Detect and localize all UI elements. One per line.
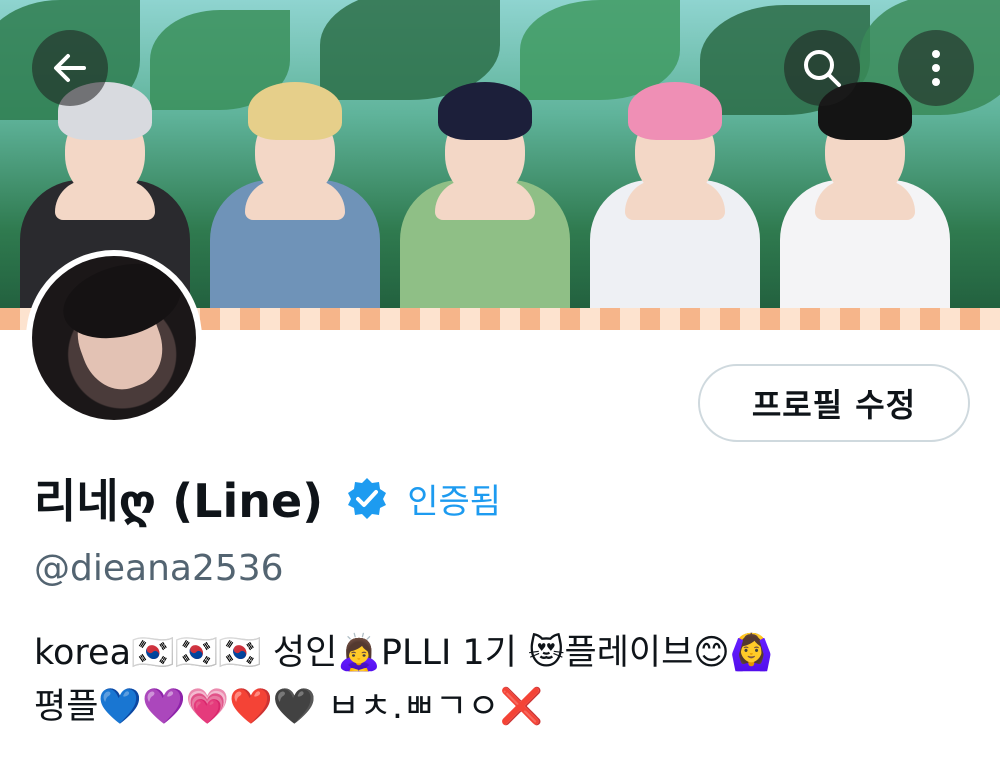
- character-2: [210, 80, 380, 330]
- arrow-left-icon: [54, 54, 86, 82]
- more-button[interactable]: [898, 30, 974, 106]
- display-name: 리네ღ (Line): [34, 474, 324, 528]
- character-4: [590, 80, 760, 330]
- verified-label[interactable]: 인증됨: [407, 474, 501, 523]
- more-vertical-icon: [932, 50, 940, 86]
- search-icon: [804, 50, 841, 87]
- search-button[interactable]: [784, 30, 860, 106]
- user-handle: @dieana2536: [34, 548, 284, 589]
- bio-line-1: korea🇰🇷🇰🇷🇰🇷 성인🙇‍♀️PLLI 1기 😻플레이브😊🙆‍♀️: [34, 633, 774, 673]
- bio-line-2: 평플💙💜💗❤️🖤 ㅂㅊ.ㅃㄱㅇ❌: [34, 687, 544, 727]
- character-5: [780, 80, 950, 330]
- character-3: [400, 80, 570, 330]
- profile-avatar[interactable]: [26, 250, 202, 426]
- verified-badge-icon[interactable]: [345, 476, 389, 520]
- name-row: 리네ღ (Line) 인증됨: [34, 466, 501, 530]
- avatar-image: [32, 256, 196, 420]
- back-button[interactable]: [32, 30, 108, 106]
- edit-profile-button[interactable]: 프로필 수정: [698, 364, 970, 442]
